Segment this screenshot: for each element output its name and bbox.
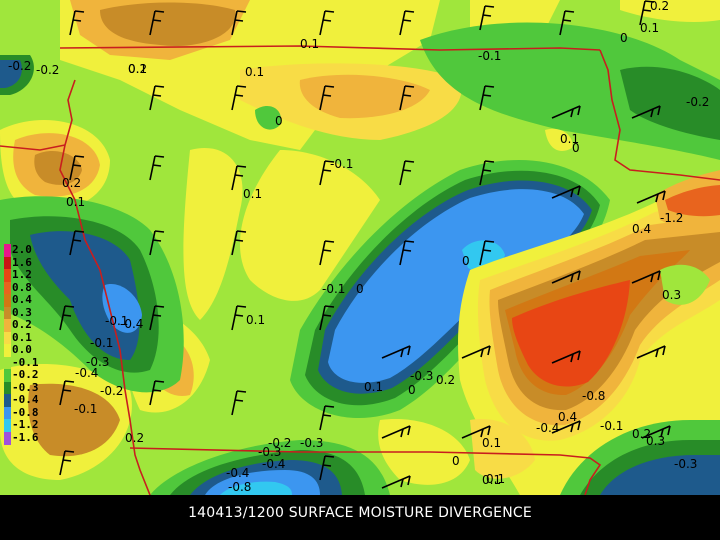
contour-label: 0.4 <box>632 222 651 236</box>
contour-label: -0.1 <box>600 419 623 433</box>
contour-label: -1.2 <box>660 211 683 225</box>
contour-label: 0 <box>620 31 628 45</box>
legend-swatch <box>4 369 11 383</box>
legend-swatch <box>4 256 11 270</box>
legend-swatch <box>4 281 11 295</box>
contour-label: -0.1 <box>330 157 353 171</box>
contour-label: -0.4 <box>75 366 98 380</box>
legend-swatch <box>4 306 11 320</box>
contour-label: -0.4 <box>120 317 143 331</box>
legend-label: 0.1 <box>12 330 32 344</box>
contour-label: -0.2 <box>8 59 31 73</box>
contour-label: 0.1 <box>245 65 264 79</box>
contour-label: -0.3 <box>674 457 697 471</box>
legend-swatch <box>4 344 11 358</box>
legend-swatch <box>4 319 11 333</box>
contour-label: -0.8 <box>582 389 605 403</box>
contour-label: -0.1 <box>322 282 345 296</box>
legend-swatch <box>4 294 11 308</box>
contour-label: -0.1 <box>90 336 113 350</box>
contour-label: 0.1 <box>364 380 383 394</box>
contour-label: -0.8 <box>228 480 251 494</box>
contour-label: -0.1 <box>74 402 97 416</box>
moisture-divergence-map: 0.2 0.10.1-0.1-0.200.10-0.10.20.10.1-0.20… <box>0 0 720 495</box>
contour-label: -0.4 <box>262 457 285 471</box>
contour-label: -0.2 <box>100 384 123 398</box>
legend-label: 0.0 <box>12 343 32 356</box>
legend-label: -0.4 <box>12 393 39 406</box>
contour-label: 0 <box>452 454 460 468</box>
legend-label: -1.2 <box>12 418 39 431</box>
legend-label: 1.2 <box>12 268 32 281</box>
legend-label: 0.2 <box>12 318 32 331</box>
legend-label: 0.3 <box>12 305 32 319</box>
color-legend: 2.0 1.6 1.2 0.8 0.4 0.3 0.2 0.1 0.0 -0.1 -0.2 -0.3-… <box>0 244 44 514</box>
legend-swatch <box>4 381 11 395</box>
contour-label: 0.1 <box>246 313 265 327</box>
contour-label: -0.2 <box>36 63 59 77</box>
legend-swatch <box>4 269 11 283</box>
legend-swatch <box>4 244 11 258</box>
contour-label: 0.1 <box>243 187 262 201</box>
legend-label: 0.8 <box>12 280 32 294</box>
contour-label: -0.2 <box>686 95 709 109</box>
legend-swatch <box>4 331 11 345</box>
contour-label: 0.1 <box>560 132 579 146</box>
contour-label: 0.1 <box>128 62 147 76</box>
contour-label: 0.1 <box>482 436 501 450</box>
contour-label: 0 <box>275 114 283 128</box>
map-caption: 140413/1200 SURFACE MOISTURE DIVERGENCE <box>188 505 532 521</box>
contour-label: 0 <box>356 282 364 296</box>
contour-label: 0.2 <box>62 176 81 190</box>
legend-label: -0.1 <box>12 355 39 369</box>
contour-label: 0.4 <box>558 410 577 424</box>
contour-label: 0.3 <box>646 434 665 448</box>
legend-label: -0.8 <box>12 405 39 419</box>
legend-swatch <box>4 406 11 420</box>
legend-label: -0.3 <box>12 380 39 394</box>
legend-swatch <box>4 419 11 433</box>
contour-label: 0.1 <box>482 473 501 487</box>
contour-label: 0.1 <box>66 195 85 209</box>
contour-label: -0.4 <box>226 466 249 480</box>
contour-label: 0.3 <box>662 288 681 302</box>
contour-label: 0.2 <box>125 431 144 445</box>
legend-label: 1.6 <box>12 255 32 269</box>
legend-label: -0.2 <box>12 368 39 381</box>
legend-swatch <box>4 431 11 445</box>
legend-swatch <box>4 356 11 370</box>
contour-label: -0.2 <box>268 436 291 450</box>
contour-label: 0 <box>462 254 470 268</box>
contour-label: 0.1 <box>640 21 659 35</box>
legend-label: 0.4 <box>12 293 32 306</box>
legend-label: 2.0 <box>12 243 32 256</box>
contour-label: 0.2 <box>650 0 669 13</box>
contour-label: -0.3 <box>410 369 433 383</box>
contour-label: 0.1 <box>300 37 319 51</box>
legend-label: -1.6 <box>12 430 39 444</box>
contour-label: -0.1 <box>478 49 501 63</box>
contour-label: -0.4 <box>536 421 559 435</box>
legend-swatch <box>4 394 11 408</box>
contour-label: 0 <box>408 383 416 397</box>
contour-label: -0.3 <box>300 436 323 450</box>
contour-label: 0.2 <box>436 373 455 387</box>
